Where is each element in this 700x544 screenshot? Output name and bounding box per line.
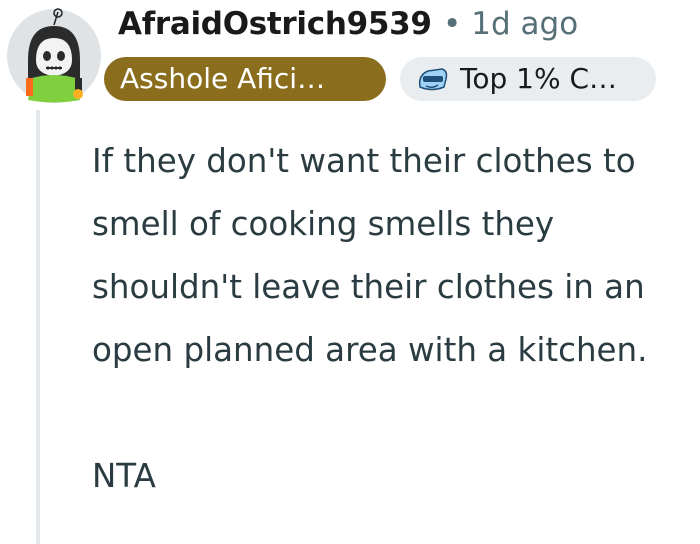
achievement-label: Top 1% C… [460,62,618,95]
comment-meta: • 1d ago [443,6,578,42]
comment-paragraph: If they don't want their clothes to smel… [92,142,648,369]
user-flair: Asshole Afici… [104,57,386,101]
separator-dot: • [443,6,462,42]
achievement-badge[interactable]: Top 1% C… [400,57,656,101]
comment-age[interactable]: 1d ago [471,6,578,42]
comment-paragraph: NTA [92,457,156,495]
comment-body: If they don't want their clothes to smel… [92,130,697,508]
avatar[interactable] [6,8,102,104]
contributor-sunglasses-icon [418,68,448,91]
author-username[interactable]: AfraidOstrich9539 [118,6,432,42]
thread-line[interactable] [36,110,40,544]
